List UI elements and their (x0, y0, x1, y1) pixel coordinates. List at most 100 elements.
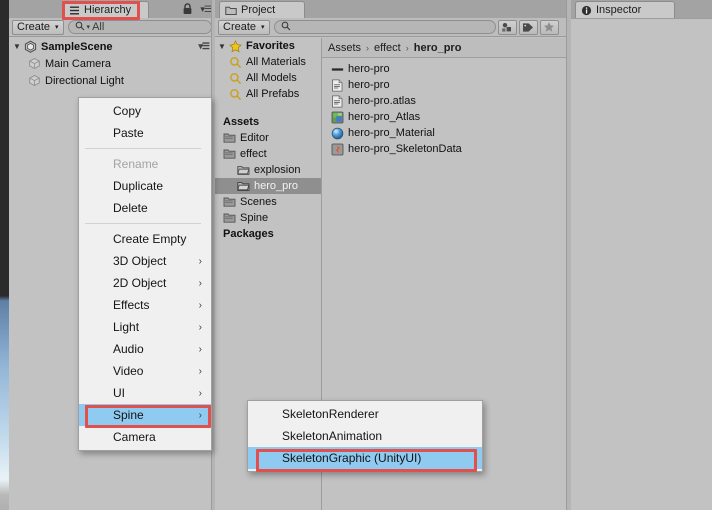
project-tree-item-packages[interactable]: Packages (215, 226, 321, 242)
project-tree-item-hero-pro[interactable]: hero_pro (215, 178, 321, 194)
text-asset-icon (331, 79, 344, 92)
asset-item-hero-pro-atlas-text[interactable]: hero-pro.atlas (322, 93, 570, 109)
lock-icon[interactable] (182, 3, 193, 18)
search-icon (75, 21, 85, 34)
gameobject-cube-icon (28, 74, 41, 87)
submenu-item-skeletonanimation[interactable]: SkeletonAnimation (248, 425, 482, 447)
tab-inspector[interactable]: Inspector (575, 1, 675, 18)
search-filter-caret-icon[interactable]: ▾ (87, 23, 91, 31)
menu-item-effects[interactable]: Effects › (79, 294, 211, 316)
tab-hierarchy-label: Hierarchy (84, 4, 132, 16)
breadcrumb-item-assets[interactable]: Assets (328, 42, 361, 54)
chevron-right-icon: › (198, 343, 202, 355)
hierarchy-search-value: All (92, 21, 105, 33)
project-create-button[interactable]: Create ▾ (218, 19, 270, 35)
chevron-right-icon: › (198, 365, 202, 377)
menu-item-create-empty[interactable]: Create Empty (79, 228, 211, 250)
hierarchy-create-button[interactable]: Create ▾ (12, 19, 64, 35)
menu-item-label: 3D Object (113, 254, 167, 268)
tab-hierarchy[interactable]: Hierarchy (63, 1, 149, 18)
project-tree-item-explosion[interactable]: explosion (215, 162, 321, 178)
asset-item-hero-pro-material[interactable]: hero-pro_Material (322, 125, 570, 141)
menu-item-label: Duplicate (113, 179, 164, 193)
folder-icon (223, 132, 236, 145)
menu-item-label: 2D Object (113, 276, 167, 290)
menu-item-label: Copy (113, 104, 142, 118)
menu-item-delete[interactable]: Delete (79, 197, 211, 219)
chevron-down-icon[interactable]: ▼ (218, 42, 229, 51)
project-tree-item-scenes[interactable]: Scenes (215, 194, 321, 210)
project-tree-item-spine[interactable]: Spine (215, 210, 321, 226)
asset-item-hero-pro-skeletondata[interactable]: hero-pro_SkeletonData (322, 141, 570, 157)
menu-item-video[interactable]: Video › (79, 360, 211, 382)
label-filter-icon[interactable] (518, 19, 538, 35)
asset-item-hero-pro-atlas-asset[interactable]: hero-pro_Atlas (322, 109, 570, 125)
submenu-item-skeletongraphic-unityui[interactable]: SkeletonGraphic (UnityUI) (248, 447, 482, 469)
asset-item-label: hero-pro_SkeletonData (348, 143, 462, 155)
menu-item-light[interactable]: Light › (79, 316, 211, 338)
submenu-item-label: SkeletonAnimation (282, 429, 383, 443)
hierarchy-row-samplescene[interactable]: ▼ SampleScene ▾☰ (9, 38, 215, 55)
menu-item-ui[interactable]: UI › (79, 382, 211, 404)
asset-item-hero-pro-text[interactable]: hero-pro (322, 77, 570, 93)
project-search-input[interactable] (273, 20, 496, 34)
inspector-panel: Inspector (571, 0, 712, 510)
menu-item-copy[interactable]: Copy (79, 100, 211, 122)
project-tree-item-effect[interactable]: effect (215, 146, 321, 162)
submenu-item-label: SkeletonGraphic (UnityUI) (282, 451, 422, 465)
tab-project[interactable]: Project (219, 1, 305, 18)
asset-item-label: hero-pro_Material (348, 127, 435, 139)
project-tree-label: Scenes (240, 196, 277, 208)
menu-item-spine[interactable]: Spine › (79, 404, 211, 426)
folder-open-icon (237, 180, 250, 193)
hierarchy-row-label: Main Camera (45, 57, 112, 70)
project-tree-label: All Models (246, 72, 297, 84)
project-tree-item-assets[interactable]: Assets (215, 114, 321, 130)
hierarchy-row-main-camera[interactable]: Main Camera (9, 55, 215, 72)
menu-item-label: Rename (113, 157, 159, 171)
sprite-texture-icon (331, 63, 344, 76)
menu-item-label: UI (113, 386, 125, 400)
menu-item-2d-object[interactable]: 2D Object › (79, 272, 211, 294)
hierarchy-row-label: SampleScene (41, 40, 113, 53)
hierarchy-toolbar: Create ▾ ▾ All (9, 18, 215, 37)
saved-search-icon (229, 88, 242, 101)
project-tree-gap (215, 102, 321, 114)
breadcrumb-item-hero-pro[interactable]: hero_pro (414, 42, 462, 54)
object-type-filter-icon[interactable] (497, 19, 517, 35)
submenu-item-skeletonrenderer[interactable]: SkeletonRenderer (248, 403, 482, 425)
gameobject-cube-icon (28, 57, 41, 70)
project-tree-item-all-materials[interactable]: All Materials (215, 54, 321, 70)
menu-item-3d-object[interactable]: 3D Object › (79, 250, 211, 272)
hierarchy-search-input[interactable]: ▾ All (67, 20, 212, 34)
hierarchy-icon (69, 5, 80, 16)
folder-icon (223, 148, 236, 161)
chevron-right-icon: › (366, 42, 370, 53)
menu-item-paste[interactable]: Paste (79, 122, 211, 144)
chevron-down-icon[interactable]: ▼ (13, 42, 24, 51)
project-tree-item-all-prefabs[interactable]: All Prefabs (215, 86, 321, 102)
hierarchy-create-label: Create (17, 21, 51, 33)
panel-menu-icon[interactable]: ▾☰ (200, 4, 212, 15)
asset-list: hero-pro hero-pro hero-pro.atlas hero-pr… (322, 58, 570, 157)
hierarchy-row-directional-light[interactable]: Directional Light (9, 72, 215, 89)
breadcrumb-item-effect[interactable]: effect (374, 42, 401, 54)
star-icon[interactable] (539, 19, 559, 35)
project-tree-item-all-models[interactable]: All Models (215, 70, 321, 86)
asset-item-label: hero-pro.atlas (348, 95, 416, 107)
scene-options-icon[interactable]: ▾☰ (198, 41, 210, 52)
text-asset-icon (331, 95, 344, 108)
scene-view-sliver[interactable] (0, 0, 9, 510)
menu-item-duplicate[interactable]: Duplicate (79, 175, 211, 197)
submenu-item-label: SkeletonRenderer (282, 407, 379, 421)
project-tree-label: Favorites (246, 40, 295, 52)
project-toolbar: Create ▾ (215, 18, 570, 37)
menu-item-audio[interactable]: Audio › (79, 338, 211, 360)
menu-item-camera[interactable]: Camera (79, 426, 211, 448)
project-create-label: Create (223, 21, 257, 33)
chevron-right-icon: › (198, 409, 202, 421)
project-tree-item-editor[interactable]: Editor (215, 130, 321, 146)
project-tree-item-favorites[interactable]: ▼ Favorites (215, 38, 321, 54)
asset-item-hero-pro-sprite[interactable]: hero-pro (322, 61, 570, 77)
chevron-right-icon: › (405, 42, 409, 53)
